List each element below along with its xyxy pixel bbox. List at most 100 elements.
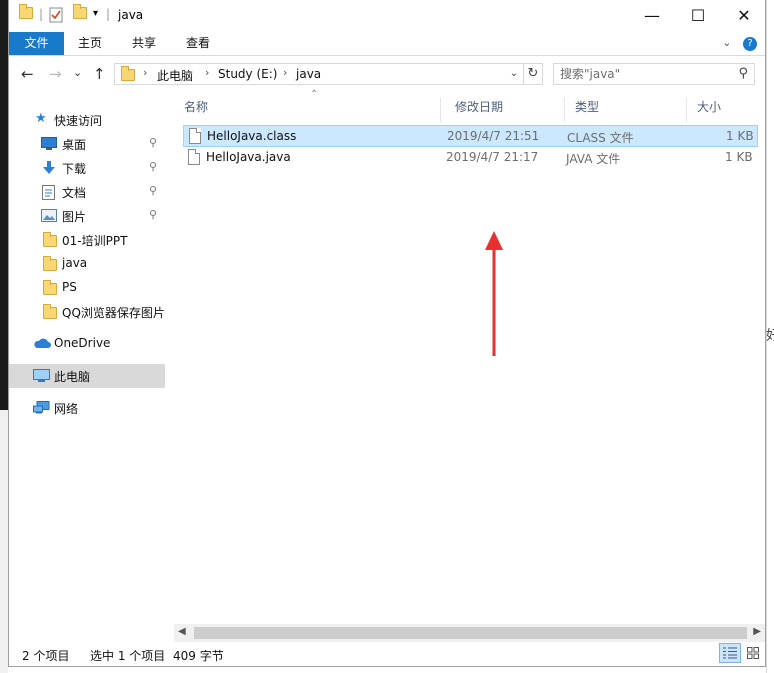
breadcrumb-drive[interactable]: Study (E:) bbox=[218, 67, 277, 81]
sidebar-item-folder-01-ppt[interactable]: 01-培训PPT bbox=[9, 228, 165, 252]
ribbon-controls: ⌄ ? bbox=[722, 36, 757, 51]
folder-icon bbox=[19, 4, 33, 25]
sidebar-item-folder-ps[interactable]: PS bbox=[9, 276, 165, 300]
column-header-type[interactable]: 类型 bbox=[565, 98, 687, 122]
refresh-button[interactable]: ↻ bbox=[523, 63, 543, 85]
sidebar-item-label: QQ浏览器保存图片 bbox=[62, 306, 165, 320]
desktop-icon bbox=[41, 137, 57, 151]
background-desktop-lower bbox=[0, 410, 8, 673]
sidebar-item-documents[interactable]: 文档 ⚲ bbox=[9, 180, 165, 204]
status-selection: 选中 1 个项目 bbox=[90, 649, 166, 663]
file-type: CLASS 文件 bbox=[567, 131, 634, 145]
file-modified: 2019/4/7 21:17 bbox=[446, 150, 539, 164]
sidebar-item-folder-qq-images[interactable]: QQ浏览器保存图片 bbox=[9, 300, 165, 324]
close-button[interactable]: ✕ bbox=[721, 0, 767, 30]
tab-view[interactable]: 查看 bbox=[175, 32, 221, 55]
breadcrumb-separator[interactable]: › bbox=[283, 66, 287, 79]
up-button[interactable]: ↑ bbox=[93, 65, 106, 83]
address-dropdown-button[interactable]: ⌄ bbox=[505, 64, 523, 84]
new-folder-icon[interactable] bbox=[73, 4, 87, 25]
star-icon: ★ bbox=[35, 111, 47, 126]
file-size: 1 KB bbox=[726, 129, 754, 143]
forward-button[interactable]: → bbox=[49, 65, 62, 83]
status-selection-size: 409 字节 bbox=[173, 649, 224, 663]
background-text: 好 bbox=[766, 328, 774, 344]
separator: | bbox=[39, 7, 44, 21]
back-button[interactable]: ← bbox=[21, 65, 34, 83]
scroll-left-icon[interactable]: ◀ bbox=[178, 626, 186, 637]
breadcrumb-this-pc[interactable]: 此电脑 bbox=[157, 67, 193, 84]
help-icon[interactable]: ? bbox=[743, 37, 757, 51]
file-name: HelloJava.class bbox=[207, 129, 297, 143]
scrollbar-thumb[interactable] bbox=[194, 627, 747, 639]
network-icon bbox=[33, 401, 50, 415]
sidebar-item-label: 文档 bbox=[62, 186, 87, 200]
sidebar-item-pictures[interactable]: 图片 ⚲ bbox=[9, 204, 165, 228]
breadcrumb-separator[interactable]: › bbox=[143, 66, 147, 79]
sidebar-item-downloads[interactable]: 下载 ⚲ bbox=[9, 156, 165, 180]
ribbon: 文件 主页 共享 查看 ⌄ ? bbox=[9, 32, 765, 56]
recent-locations-button[interactable]: ⌄ bbox=[73, 66, 82, 79]
file-row-hellojava-class[interactable]: HelloJava.class 2019/4/7 21:51 CLASS 文件 … bbox=[183, 125, 758, 147]
address-bar[interactable]: › 此电脑 › Study (E:) › java ⌄ bbox=[114, 63, 524, 85]
sidebar-item-this-pc[interactable]: 此电脑 bbox=[9, 364, 165, 388]
pin-icon[interactable]: ⚲ bbox=[149, 160, 157, 173]
sidebar-item-label: java bbox=[62, 256, 88, 270]
sidebar-item-label: 01-培训PPT bbox=[62, 234, 128, 248]
download-icon bbox=[41, 161, 57, 175]
sidebar-item-onedrive[interactable]: OneDrive bbox=[9, 332, 165, 356]
search-box[interactable]: ⚲ bbox=[553, 63, 755, 85]
sidebar-item-quick-access[interactable]: ★ 快速访问 bbox=[9, 108, 165, 132]
customize-toolbar-icon[interactable]: ▾ bbox=[93, 8, 98, 26]
chevron-down-icon[interactable]: ⌄ bbox=[722, 36, 731, 49]
column-header-name[interactable]: 名称 bbox=[174, 98, 441, 122]
large-icons-view-button[interactable] bbox=[742, 643, 764, 663]
column-header-size[interactable]: 大小 bbox=[687, 98, 765, 122]
file-icon bbox=[189, 128, 201, 144]
status-item-count: 2 个项目 bbox=[22, 649, 70, 663]
file-list-view: ⌃ 名称 修改日期 类型 大小 HelloJava.class 2019/4/7… bbox=[174, 89, 765, 624]
cloud-icon bbox=[33, 337, 51, 351]
tab-file[interactable]: 文件 bbox=[9, 32, 64, 55]
search-icon[interactable]: ⚲ bbox=[738, 66, 748, 81]
separator: | bbox=[106, 7, 111, 21]
window-title: java bbox=[118, 8, 144, 22]
minimize-button[interactable]: — bbox=[629, 0, 675, 30]
folder-icon bbox=[121, 66, 135, 84]
file-size: 1 KB bbox=[725, 150, 753, 164]
breadcrumb-separator[interactable]: › bbox=[205, 66, 209, 79]
sidebar-item-label: OneDrive bbox=[54, 336, 111, 350]
explorer-window: | ▾ | java — ☐ ✕ 文件 主页 共享 查看 ⌄ ? ← → ⌄ ↑… bbox=[8, 0, 766, 667]
navigation-pane: ★ 快速访问 桌面 ⚲ 下载 ⚲ 文档 ⚲ 图片 ⚲ 01-培训PPT java… bbox=[9, 94, 165, 640]
maximize-button[interactable]: ☐ bbox=[675, 0, 721, 30]
file-modified: 2019/4/7 21:51 bbox=[447, 129, 540, 143]
column-header-modified[interactable]: 修改日期 bbox=[445, 98, 565, 122]
pin-icon[interactable]: ⚲ bbox=[149, 136, 157, 149]
tab-share[interactable]: 共享 bbox=[121, 32, 167, 55]
sidebar-item-label: 网络 bbox=[54, 402, 79, 416]
file-icon bbox=[188, 149, 200, 165]
status-bar: 2 个项目 选中 1 个项目 409 字节 bbox=[9, 642, 765, 666]
horizontal-scrollbar[interactable]: ◀ ▶ bbox=[174, 624, 765, 642]
file-type: JAVA 文件 bbox=[566, 152, 621, 166]
breadcrumb-java[interactable]: java bbox=[296, 67, 321, 81]
details-view-icon bbox=[723, 647, 737, 659]
search-input[interactable] bbox=[560, 66, 730, 82]
sidebar-item-label: 下载 bbox=[62, 162, 87, 176]
properties-icon[interactable] bbox=[49, 7, 63, 25]
tab-home[interactable]: 主页 bbox=[67, 32, 113, 55]
file-row-hellojava-java[interactable]: HelloJava.java 2019/4/7 21:17 JAVA 文件 1 … bbox=[183, 147, 758, 169]
sidebar-item-label: 快速访问 bbox=[54, 114, 103, 128]
details-view-button[interactable] bbox=[719, 643, 741, 663]
sidebar-item-desktop[interactable]: 桌面 ⚲ bbox=[9, 132, 165, 156]
pin-icon[interactable]: ⚲ bbox=[149, 184, 157, 197]
document-icon bbox=[42, 185, 58, 200]
computer-icon bbox=[33, 369, 50, 383]
scroll-right-icon[interactable]: ▶ bbox=[753, 626, 761, 637]
annotation-arrow-icon bbox=[485, 231, 503, 356]
pin-icon[interactable]: ⚲ bbox=[149, 208, 157, 221]
sidebar-item-network[interactable]: 网络 bbox=[9, 396, 165, 420]
picture-icon bbox=[41, 209, 57, 223]
sidebar-item-folder-java[interactable]: java bbox=[9, 252, 165, 276]
file-name: HelloJava.java bbox=[206, 150, 291, 164]
